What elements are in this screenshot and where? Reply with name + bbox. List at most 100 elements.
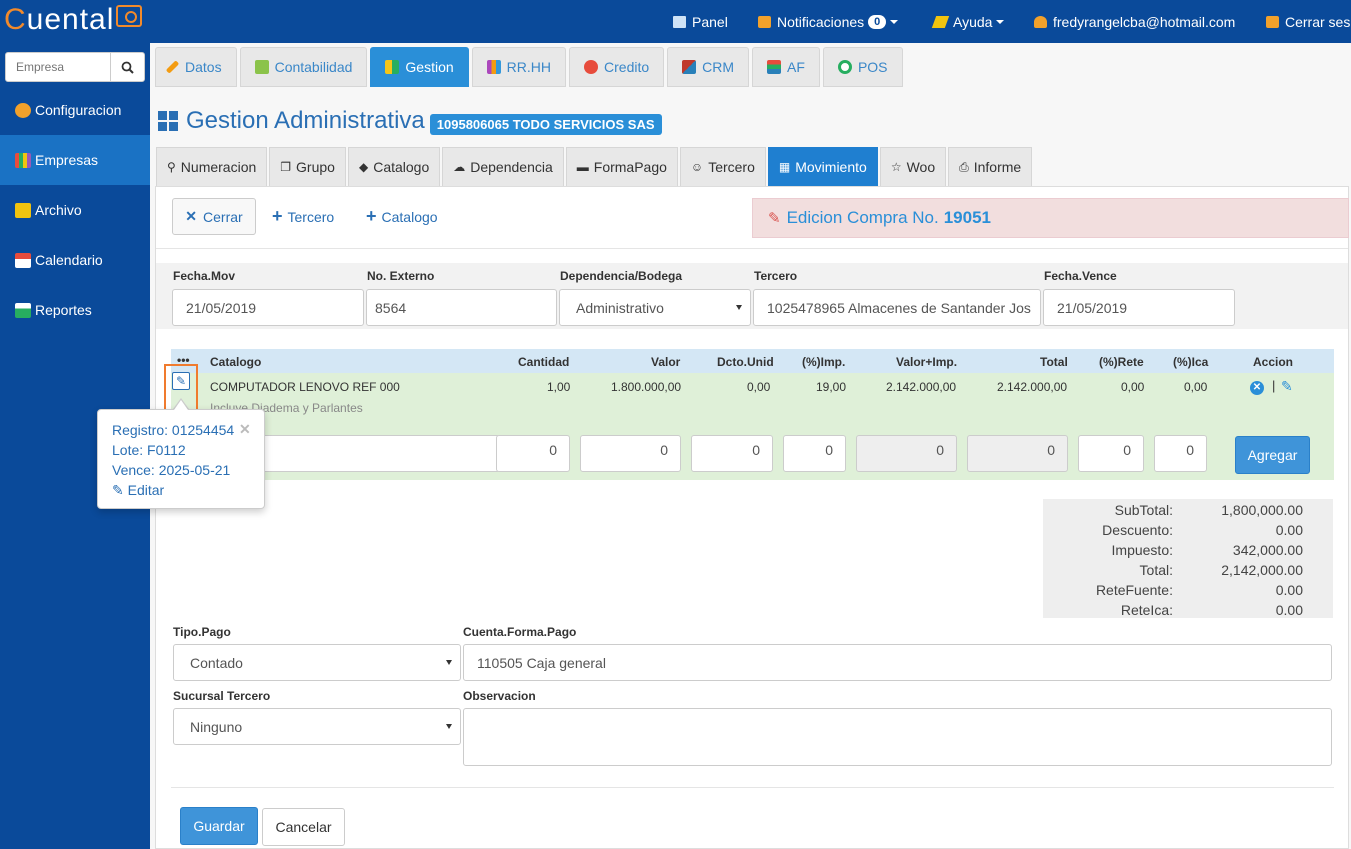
subtotal-value: 1,800,000.00 (1221, 502, 1303, 518)
tipo-pago-select[interactable]: Contado (173, 644, 461, 681)
close-button-label: Cerrar (203, 208, 243, 225)
tab-crm[interactable]: CRM (667, 47, 750, 87)
tab-label: RR.HH (506, 59, 552, 75)
save-button-label: Guardar (193, 818, 245, 834)
subtab-dependencia[interactable]: ☁ Dependencia (442, 147, 564, 186)
tab-af[interactable]: AF (752, 47, 820, 87)
tab-credito[interactable]: Credito (569, 47, 665, 87)
close-icon[interactable]: ✕ (239, 421, 251, 438)
ribbon-icon: ⚲ (167, 160, 176, 174)
tercero-value: 1025478965 Almacenes de Santander Jos (767, 299, 1031, 316)
lock-icon (1266, 15, 1279, 28)
tab-rrhh[interactable]: RR.HH (471, 47, 567, 87)
page-title-text: Gestion Administrativa (186, 107, 425, 134)
sucursal-tercero-select[interactable]: Ninguno (173, 708, 461, 745)
row-valor-imp: 2.142.000,00 (886, 380, 957, 394)
app-logo[interactable]: Cuental (4, 3, 143, 37)
subtab-numeracion[interactable]: ⚲ Numeracion (156, 147, 268, 186)
subtab-grupo[interactable]: ❐ Grupo (269, 147, 346, 186)
sidebar-item-archivo[interactable]: Archivo (0, 185, 150, 235)
chevron-down-icon (736, 305, 742, 310)
retefuente-label: ReteFuente: (1095, 582, 1173, 598)
catalogo-entry-input[interactable] (249, 435, 500, 472)
add-tercero-button[interactable]: + Tercero (272, 198, 334, 235)
close-button[interactable]: ✕ Cerrar (172, 198, 256, 235)
company-search-input[interactable] (6, 53, 110, 81)
fecha-vence-input[interactable]: 21/05/2019 (1043, 289, 1235, 326)
cuenta-forma-pago-input[interactable]: 110505 Caja general (463, 644, 1332, 681)
row-valor: 1.800.000,00 (611, 380, 682, 394)
fecha-vence-value: 21/05/2019 (1057, 299, 1128, 316)
ica-entry-input[interactable]: 0 (1154, 435, 1207, 472)
observacion-textarea[interactable] (463, 708, 1332, 766)
help-dropdown[interactable]: Ayuda (931, 0, 1005, 43)
no-externo-input[interactable]: 8564 (366, 289, 557, 326)
fecha-mov-value: 21/05/2019 (186, 299, 257, 316)
save-button[interactable]: Guardar (180, 807, 258, 845)
tab-datos[interactable]: Datos (155, 47, 237, 87)
company-badge: 1095806065 TODO SERVICIOS SAS (429, 113, 662, 135)
popover-edit-link[interactable]: ✎ Editar (112, 482, 164, 499)
sidebar-item-configuracion[interactable]: Configuracion (0, 85, 150, 135)
cube-icon (682, 60, 697, 74)
valor-entry-input[interactable]: 0 (580, 435, 681, 472)
retefuente-value: 0.00 (1275, 582, 1303, 598)
tab-gestion[interactable]: Gestion (370, 47, 469, 87)
notifications-count-badge: 0 (868, 14, 887, 29)
add-item-button[interactable]: Agregar (1235, 436, 1310, 474)
subtab-label: Woo (906, 159, 936, 175)
sidebar-item-reportes[interactable]: Reportes (0, 285, 150, 335)
subtab-informe[interactable]: ⎙ Informe (948, 147, 1033, 186)
dcto-entry-value: 0 (752, 442, 760, 458)
company-search (5, 52, 145, 82)
sidebar-item-calendario[interactable]: Calendario (0, 235, 150, 285)
logout-link[interactable]: Cerrar ses (1266, 0, 1350, 43)
tab-contabilidad[interactable]: Contabilidad (239, 47, 368, 87)
subtab-catalogo[interactable]: ◆ Catalogo (347, 147, 441, 186)
user-menu[interactable]: fredyrangelcba@hotmail.com (1034, 0, 1235, 43)
subtab-label: Movimiento (795, 159, 867, 175)
row-cantidad: 1,00 (547, 380, 571, 394)
cancel-button[interactable]: Cancelar (262, 808, 345, 846)
remove-item-icon[interactable]: ✕ (1250, 381, 1264, 395)
subtab-label: Grupo (296, 159, 335, 175)
movement-panel: ✕ Cerrar + Tercero + Catalogo ✎ Edicion … (155, 186, 1349, 849)
dependencia-select[interactable]: Administrativo (559, 289, 751, 326)
close-icon: ✕ (185, 208, 198, 224)
module-tabs: Datos Contabilidad Gestion RR.HH Credito… (155, 47, 906, 87)
tab-label: POS (857, 59, 888, 75)
sidebar-item-empresas[interactable]: Empresas (0, 135, 150, 185)
cantidad-entry-input[interactable]: 0 (496, 435, 570, 472)
subtab-movimiento[interactable]: ▦ Movimiento (767, 147, 878, 186)
sidebar-item-label: Archivo (35, 202, 82, 218)
subtab-woo[interactable]: ☆ Woo (879, 147, 947, 186)
pencil-icon (165, 60, 180, 74)
sidebar-item-label: Calendario (35, 252, 103, 268)
subtab-tercero[interactable]: ☺ Tercero (679, 147, 766, 186)
edit-item-icon[interactable]: ✎ (1281, 378, 1293, 395)
notifications-dropdown[interactable]: Notificaciones 0 (758, 0, 899, 43)
add-catalogo-label: Catalogo (381, 208, 438, 225)
subtab-formapago[interactable]: ▬ FormaPago (565, 147, 678, 186)
pencil-ruler-icon (931, 15, 950, 28)
pencil-icon: ✎ (768, 210, 781, 227)
dashboard-icon (158, 111, 178, 131)
plus-icon: + (272, 206, 283, 226)
imp-entry-input[interactable]: 0 (783, 435, 846, 472)
notifications-label: Notificaciones (777, 13, 865, 30)
panel-label: Panel (692, 13, 728, 30)
tipo-pago-label: Tipo.Pago (173, 625, 231, 639)
search-icon (121, 61, 134, 74)
action-separator: | (1272, 378, 1276, 393)
fecha-mov-input[interactable]: 21/05/2019 (172, 289, 364, 326)
tercero-input[interactable]: 1025478965 Almacenes de Santander Jos (753, 289, 1041, 326)
search-button[interactable] (110, 53, 144, 81)
rete-entry-input[interactable]: 0 (1078, 435, 1144, 472)
col-imp: (%)Imp. (802, 355, 846, 369)
dcto-entry-input[interactable]: 0 (691, 435, 773, 472)
tab-pos[interactable]: POS (822, 47, 903, 87)
no-externo-value: 8564 (375, 299, 407, 316)
row-imp: 19,00 (816, 380, 847, 394)
add-catalogo-button[interactable]: + Catalogo (366, 198, 438, 235)
panel-link[interactable]: Panel (673, 0, 728, 43)
